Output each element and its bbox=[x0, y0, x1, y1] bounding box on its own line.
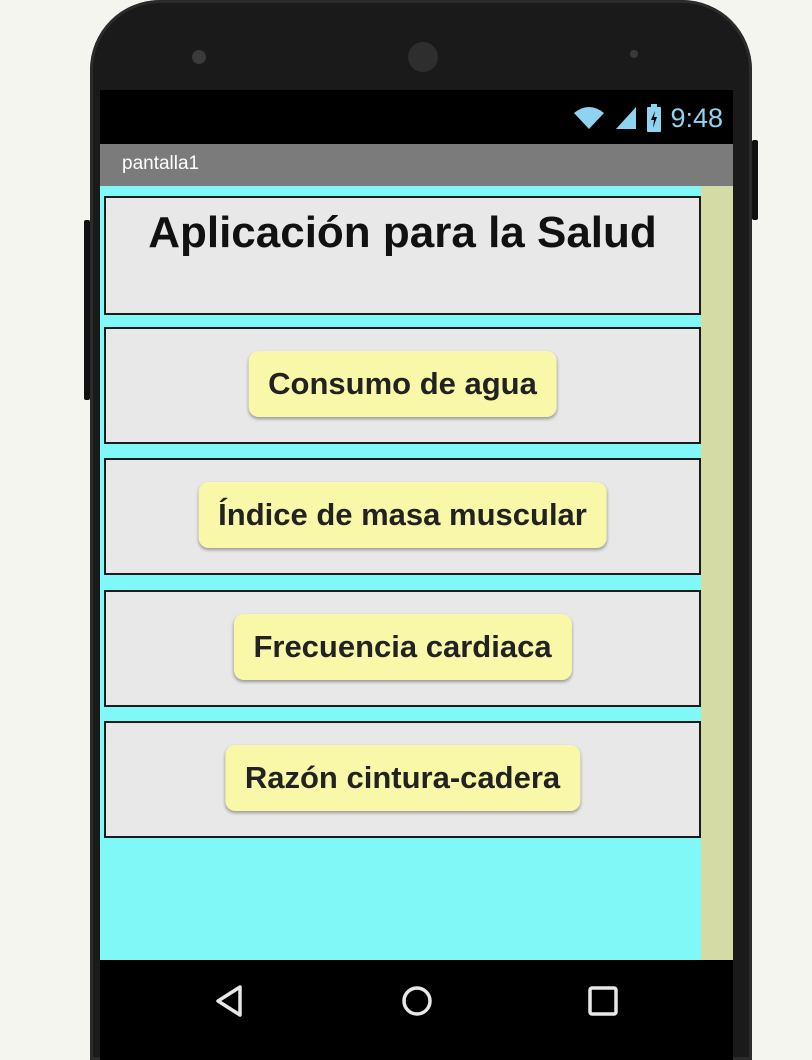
earpiece-icon bbox=[408, 42, 438, 72]
water-consumption-button[interactable]: Consumo de agua bbox=[248, 351, 557, 417]
heart-rate-button[interactable]: Frecuencia cardiaca bbox=[233, 614, 572, 680]
waist-hip-ratio-button[interactable]: Razón cintura-cadera bbox=[224, 745, 581, 811]
phone-screen: 9:48 pantalla1 Aplicación para la Salud … bbox=[100, 90, 733, 1060]
status-icons: 9:48 bbox=[572, 100, 723, 136]
page-title: Aplicación para la Salud bbox=[148, 208, 657, 257]
battery-icon bbox=[647, 104, 662, 132]
front-camera-icon bbox=[630, 50, 638, 58]
scrollbar[interactable] bbox=[701, 186, 733, 960]
button-panel-heart-rate: Frecuencia cardiaca bbox=[104, 590, 701, 707]
back-icon[interactable] bbox=[212, 984, 246, 1018]
sensor-icon bbox=[192, 50, 206, 64]
status-bar: 9:48 bbox=[100, 90, 733, 144]
screen-title: pantalla1 bbox=[122, 153, 200, 174]
app-title-bar: pantalla1 bbox=[100, 144, 733, 186]
button-panel-bmi: Índice de masa muscular bbox=[104, 458, 701, 575]
mass-index-button[interactable]: Índice de masa muscular bbox=[198, 482, 607, 548]
home-icon[interactable] bbox=[400, 984, 434, 1018]
clock: 9:48 bbox=[670, 102, 723, 133]
recents-icon[interactable] bbox=[586, 984, 620, 1018]
power-button bbox=[752, 140, 758, 220]
button-panel-water: Consumo de agua bbox=[104, 327, 701, 444]
signal-icon bbox=[616, 107, 637, 129]
volume-button bbox=[84, 220, 90, 400]
button-panel-waist-hip: Razón cintura-cadera bbox=[104, 721, 701, 838]
wifi-icon bbox=[574, 107, 605, 129]
navigation-bar bbox=[100, 960, 733, 1060]
heading-panel: Aplicación para la Salud bbox=[104, 196, 701, 315]
main-content: Aplicación para la Salud Consumo de agua… bbox=[100, 186, 733, 960]
